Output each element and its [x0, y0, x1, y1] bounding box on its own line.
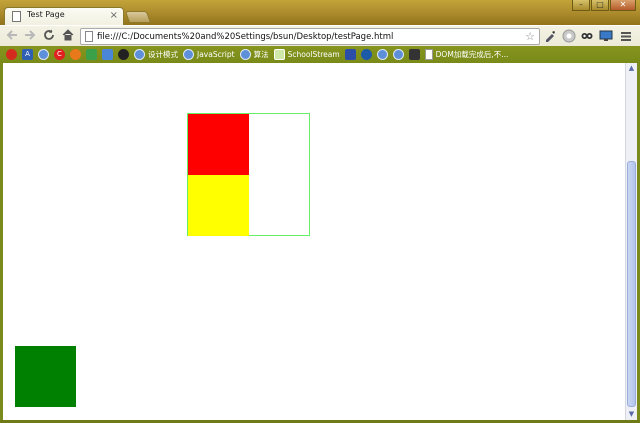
bookmark-schoolstream[interactable]: SchoolStream	[273, 48, 340, 62]
tab-close-icon[interactable]: ×	[110, 9, 118, 23]
page-icon	[12, 11, 21, 22]
bookmark-c[interactable]: C	[54, 48, 65, 62]
browser-window: Test Page × – □ ✕ ☆	[0, 0, 640, 423]
back-arrow-icon	[6, 30, 17, 40]
tab-title: Test Page	[27, 10, 65, 19]
bookmark-globe-1[interactable]	[38, 48, 49, 62]
tab-strip: Test Page × – □ ✕	[0, 0, 640, 25]
runner-icon	[408, 49, 420, 60]
new-tab-button[interactable]	[124, 11, 152, 23]
back-button[interactable]	[4, 28, 20, 44]
bookmark-javascript[interactable]: JavaScript	[183, 48, 235, 62]
owl-extension-icon[interactable]	[580, 29, 594, 43]
bookmark-label: DOM加载完成后,不...	[435, 50, 509, 59]
window-controls: – □ ✕	[572, 0, 636, 11]
bookmark-star-icon[interactable]: ☆	[525, 29, 535, 44]
paw-icon	[344, 49, 356, 60]
url-input[interactable]	[97, 29, 507, 44]
globe-icon	[134, 49, 145, 60]
screen-extension-icon[interactable]	[599, 29, 613, 43]
download-extension-icon[interactable]	[562, 29, 576, 43]
bookmark-paw[interactable]	[344, 48, 356, 62]
maximize-button[interactable]: □	[591, 0, 609, 11]
vertical-scrollbar[interactable]: ▲ ▼	[625, 63, 637, 420]
page-icon	[85, 31, 93, 42]
globe-icon	[239, 49, 251, 60]
red-square	[188, 114, 249, 175]
globe-icon	[183, 49, 194, 60]
puzzle-icon	[86, 49, 97, 60]
yellow-square	[188, 175, 249, 236]
bookmark-runner[interactable]	[408, 48, 420, 62]
tab-test-page[interactable]: Test Page ×	[4, 7, 124, 25]
bookmark-chat[interactable]	[102, 48, 113, 62]
bookmark-design-patterns[interactable]: 设计模式	[134, 48, 178, 62]
bookmark-label: JavaScript	[197, 50, 235, 59]
bookmarks-bar: A C 设计模式 JavaScript 算法 SchoolStream DOM加…	[0, 46, 640, 63]
bookmark-puzzle[interactable]	[86, 48, 97, 62]
globe-icon	[392, 49, 404, 60]
scroll-up-arrow-icon[interactable]: ▲	[626, 63, 637, 74]
home-icon	[62, 29, 74, 41]
toolbar: ☆	[0, 25, 640, 46]
close-window-button[interactable]: ✕	[610, 0, 636, 11]
bookmark-label: SchoolStream	[287, 50, 340, 59]
green-square	[15, 346, 76, 407]
a-icon: A	[22, 49, 33, 60]
address-bar[interactable]: ☆	[80, 28, 540, 45]
bookmark-label: 算法	[253, 50, 269, 59]
home-button[interactable]	[60, 28, 76, 44]
school-icon	[273, 49, 285, 60]
bookmark-label: 设计模式	[148, 50, 178, 59]
forward-arrow-icon	[25, 30, 36, 40]
reload-button[interactable]	[41, 28, 57, 44]
globe-icon	[38, 49, 49, 60]
weibo-icon	[6, 49, 17, 60]
globe-icon	[376, 49, 388, 60]
wrench-menu-icon[interactable]	[619, 29, 633, 43]
c-icon: C	[54, 49, 65, 60]
scroll-down-arrow-icon[interactable]: ▼	[626, 409, 637, 420]
bookmark-firefox[interactable]	[70, 48, 81, 62]
bookmark-penguin[interactable]	[118, 48, 129, 62]
forward-button[interactable]	[22, 28, 38, 44]
bookmark-refresh[interactable]	[360, 48, 372, 62]
scrollbar-thumb[interactable]	[627, 161, 636, 407]
bookmark-a[interactable]: A	[22, 48, 33, 62]
eyedropper-extension-icon[interactable]	[543, 29, 557, 43]
chat-icon	[102, 49, 113, 60]
bookmark-globe-2[interactable]	[376, 48, 388, 62]
bookmark-weibo[interactable]	[6, 48, 17, 62]
firefox-icon	[70, 49, 81, 60]
page-icon	[424, 49, 433, 60]
bookmark-globe-3[interactable]	[392, 48, 404, 62]
bookmark-algorithms[interactable]: 算法	[239, 48, 269, 62]
minimize-button[interactable]: –	[572, 0, 590, 11]
bookmark-dom-loaded[interactable]: DOM加载完成后,不...	[424, 48, 509, 62]
page-content	[3, 63, 625, 420]
refresh-icon	[360, 49, 372, 60]
reload-icon	[44, 29, 54, 40]
penguin-icon	[118, 49, 129, 60]
